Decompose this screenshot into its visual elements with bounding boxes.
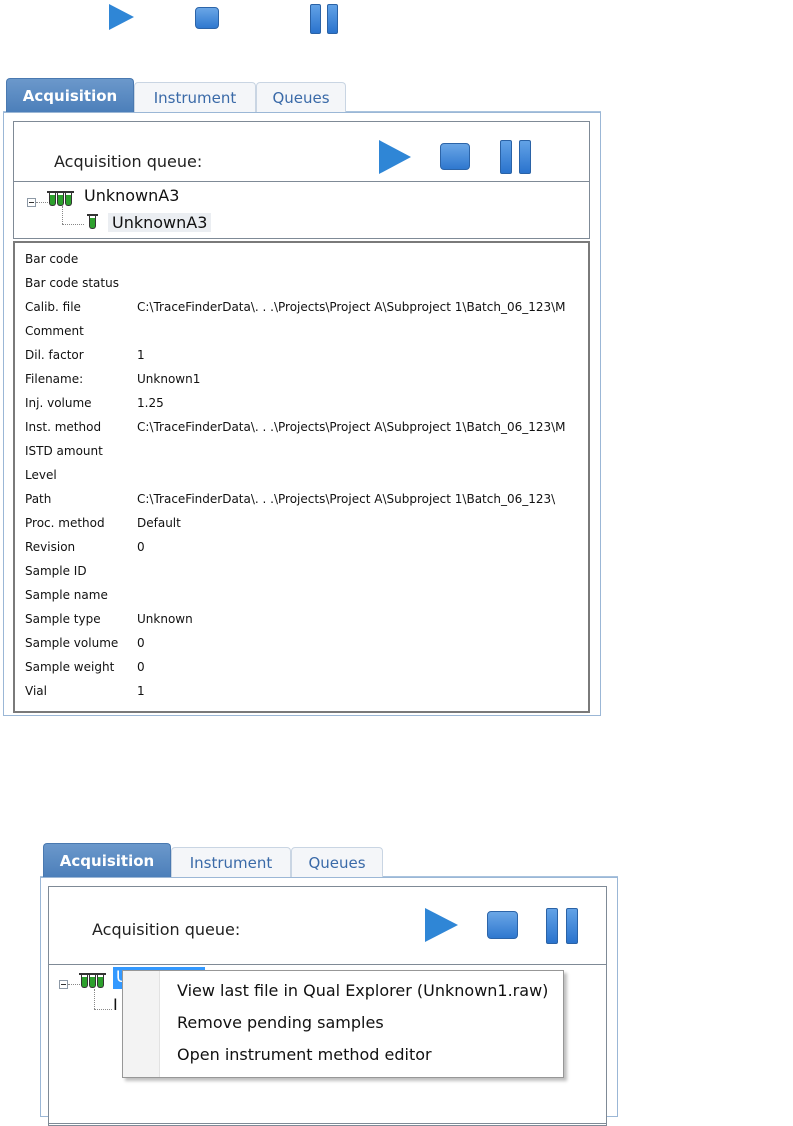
property-value[interactable]: 0 bbox=[137, 636, 145, 650]
property-key: Sample type bbox=[25, 612, 101, 626]
property-value[interactable]: C:\TraceFinderData\. . .\Projects\Projec… bbox=[137, 300, 566, 314]
stop-icon[interactable] bbox=[487, 911, 518, 939]
property-value[interactable]: Unknown1 bbox=[137, 372, 200, 386]
context-menu: View last file in Qual Explorer (Unknown… bbox=[122, 970, 564, 1078]
tab-content: Acquisition queue: UnknownA3 UnknownA3 B… bbox=[3, 112, 601, 716]
menu-item-view-last-file[interactable]: View last file in Qual Explorer (Unknown… bbox=[177, 981, 548, 1000]
play-icon[interactable] bbox=[379, 140, 411, 174]
property-key: Path bbox=[25, 492, 52, 506]
property-row[interactable]: Vial 1 bbox=[25, 679, 145, 703]
property-row[interactable]: Filename: Unknown1 bbox=[25, 367, 200, 391]
property-key: Level bbox=[25, 468, 57, 482]
sample-tube-icon bbox=[87, 214, 98, 229]
property-row[interactable]: Sample volume 0 bbox=[25, 631, 145, 655]
property-key: Comment bbox=[25, 324, 84, 338]
property-value[interactable]: Unknown bbox=[137, 612, 193, 626]
acquisition-queue-box: Acquisition queue: UnknownA3 UnknownA3 bbox=[13, 121, 590, 239]
tree-connector bbox=[62, 224, 84, 225]
collapse-icon[interactable] bbox=[59, 980, 68, 989]
property-key: Inst. method bbox=[25, 420, 102, 434]
property-key: Revision bbox=[25, 540, 76, 554]
play-icon[interactable] bbox=[425, 908, 458, 942]
tree-connector bbox=[62, 206, 63, 224]
property-value[interactable]: C:\TraceFinderData\. . .\Projects\Projec… bbox=[137, 492, 555, 506]
property-row[interactable]: Inj. volume 1.25 bbox=[25, 391, 164, 415]
tab-instrument[interactable]: Instrument bbox=[171, 847, 291, 877]
property-value[interactable]: 1.25 bbox=[137, 396, 164, 410]
tab-strip: Acquisition Instrument Queues bbox=[3, 78, 601, 112]
property-row[interactable]: Bar code status bbox=[25, 271, 137, 295]
property-value[interactable]: 0 bbox=[137, 540, 145, 554]
tree-connector bbox=[94, 989, 95, 1009]
property-value[interactable]: 1 bbox=[137, 684, 145, 698]
property-row[interactable]: Sample name bbox=[25, 583, 137, 607]
properties-grid: Bar code Bar code status Calib. file C:\Tra… bbox=[13, 241, 590, 713]
property-key: Vial bbox=[25, 684, 47, 698]
tab-instrument[interactable]: Instrument bbox=[134, 82, 256, 112]
tree-node-sample-partial[interactable]: I bbox=[113, 995, 118, 1014]
tree-connector bbox=[36, 202, 48, 203]
tab-strip: Acquisition Instrument Queues bbox=[40, 843, 618, 877]
property-key: Inj. volume bbox=[25, 396, 92, 410]
property-row[interactable]: Sample weight 0 bbox=[25, 655, 145, 679]
tab-queues[interactable]: Queues bbox=[291, 847, 383, 877]
property-value[interactable]: 0 bbox=[137, 660, 145, 674]
property-key: Sample ID bbox=[25, 564, 87, 578]
tree-node-sample[interactable]: UnknownA3 bbox=[108, 213, 212, 232]
property-key: Sample weight bbox=[25, 660, 115, 674]
property-key: Bar code status bbox=[25, 276, 119, 290]
property-row[interactable]: Sample type Unknown bbox=[25, 607, 193, 631]
property-row[interactable]: Sample ID bbox=[25, 559, 137, 583]
property-value[interactable]: C:\TraceFinderData\. . .\Projects\Projec… bbox=[137, 420, 566, 434]
property-row[interactable]: Calib. file C:\TraceFinderData\. . .\Proj… bbox=[25, 295, 566, 319]
property-key: Sample volume bbox=[25, 636, 119, 650]
pause-icon[interactable] bbox=[310, 4, 338, 34]
tab-acquisition[interactable]: Acquisition bbox=[6, 78, 134, 112]
play-icon[interactable] bbox=[109, 4, 134, 30]
stop-icon[interactable] bbox=[440, 143, 470, 170]
property-row[interactable]: Inst. method C:\TraceFinderData\. . .\Pro… bbox=[25, 415, 566, 439]
property-row[interactable]: Dil. factor 1 bbox=[25, 343, 145, 367]
acquisition-queue-title: Acquisition queue: bbox=[92, 920, 241, 939]
tab-acquisition[interactable]: Acquisition bbox=[43, 843, 171, 877]
property-row[interactable]: ISTD amount bbox=[25, 439, 137, 463]
property-value[interactable]: Default bbox=[137, 516, 181, 530]
property-key: Dil. factor bbox=[25, 348, 84, 362]
property-key: Calib. file bbox=[25, 300, 81, 314]
property-key: Bar code bbox=[25, 252, 79, 266]
property-value[interactable]: 1 bbox=[137, 348, 145, 362]
pause-icon[interactable] bbox=[546, 908, 578, 944]
menu-icon-gutter bbox=[123, 971, 160, 1077]
stop-icon[interactable] bbox=[195, 7, 219, 29]
acquisition-panel: Acquisition Instrument Queues Acquisitio… bbox=[3, 78, 601, 716]
property-key: Filename: bbox=[25, 372, 84, 386]
tree-node-batch[interactable]: UnknownA3 bbox=[84, 186, 179, 205]
collapse-icon[interactable] bbox=[27, 198, 36, 207]
property-row[interactable]: Path C:\TraceFinderData\. . .\Projects\Pr… bbox=[25, 487, 555, 511]
property-row[interactable]: Revision 0 bbox=[25, 535, 145, 559]
menu-item-open-method-editor[interactable]: Open instrument method editor bbox=[177, 1045, 432, 1064]
property-key: Sample name bbox=[25, 588, 108, 602]
property-row[interactable]: Level bbox=[25, 463, 137, 487]
property-key: Proc. method bbox=[25, 516, 105, 530]
property-row[interactable]: Bar code bbox=[25, 247, 137, 271]
property-key: ISTD amount bbox=[25, 444, 103, 458]
tab-queues[interactable]: Queues bbox=[256, 82, 346, 112]
acquisition-queue-title: Acquisition queue: bbox=[54, 152, 203, 171]
queue-tree: UnknownA3 UnknownA3 bbox=[13, 181, 590, 239]
property-row[interactable]: Proc. method Default bbox=[25, 511, 181, 535]
pause-icon[interactable] bbox=[500, 140, 531, 174]
menu-item-remove-pending[interactable]: Remove pending samples bbox=[177, 1013, 384, 1032]
tree-connector bbox=[68, 984, 80, 985]
tree-connector bbox=[94, 1009, 112, 1010]
property-row[interactable]: Comment bbox=[25, 319, 137, 343]
